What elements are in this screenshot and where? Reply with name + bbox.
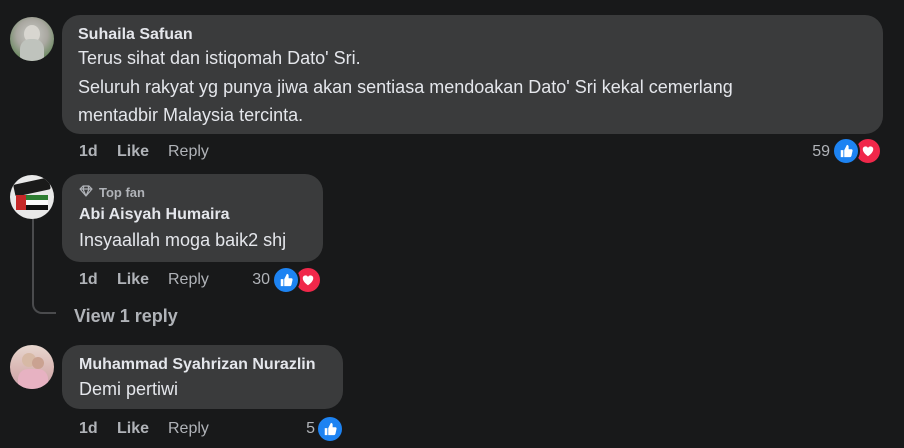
avatar[interactable]: [10, 345, 54, 389]
avatar-graphic: [13, 177, 51, 197]
reaction-count[interactable]: 59: [800, 143, 830, 161]
comment-text-line: Demi pertiwi: [79, 379, 179, 399]
avatar[interactable]: [10, 17, 54, 61]
comment-timestamp[interactable]: 1d: [79, 271, 98, 289]
comment-timestamp[interactable]: 1d: [79, 143, 98, 161]
diamond-icon: [79, 185, 93, 200]
like-button[interactable]: Like: [117, 143, 149, 161]
avatar-figure-body: [20, 39, 44, 61]
comment-author[interactable]: Abi Aisyah Humaira: [79, 206, 230, 224]
thread-connector: [32, 212, 56, 314]
avatar-graphic: [16, 195, 26, 210]
comment-bubble: Top fan Abi Aisyah Humaira Insyaallah mo…: [62, 174, 323, 262]
comment-actions: 1d Like Reply: [79, 143, 279, 163]
avatar-figure-body: [18, 369, 48, 389]
comment-text-line: Seluruh rakyat yg punya jiwa akan sentia…: [78, 77, 733, 97]
view-replies-link[interactable]: View 1 reply: [74, 306, 178, 327]
like-icon: [832, 137, 860, 165]
comment-bubble: Suhaila Safuan Terus sihat dan istiqomah…: [62, 15, 883, 134]
reaction-count[interactable]: 5: [285, 420, 315, 438]
top-fan-label: Top fan: [99, 185, 145, 200]
comment-timestamp[interactable]: 1d: [79, 420, 98, 438]
like-icon: [316, 415, 344, 443]
reply-button[interactable]: Reply: [168, 420, 209, 438]
avatar-figure: [32, 357, 44, 369]
like-icon: [272, 266, 300, 294]
comment-text-line: mentadbir Malaysia tercinta.: [78, 105, 304, 125]
comment-text-line: Insyaallah moga baik2 shj: [79, 230, 287, 250]
reaction-count[interactable]: 30: [240, 271, 270, 289]
like-button[interactable]: Like: [117, 271, 149, 289]
reply-button[interactable]: Reply: [168, 143, 209, 161]
comment-bubble: Muhammad Syahrizan Nurazlin Demi pertiwi: [62, 345, 343, 409]
comment-actions: 1d Like Reply: [79, 420, 279, 440]
like-button[interactable]: Like: [117, 420, 149, 438]
comment-author[interactable]: Suhaila Safuan: [78, 26, 193, 44]
reply-button[interactable]: Reply: [168, 271, 209, 289]
top-fan-badge: Top fan: [79, 185, 145, 200]
avatar[interactable]: [10, 175, 54, 219]
comment-author[interactable]: Muhammad Syahrizan Nurazlin: [79, 356, 316, 374]
comment-text-line: Terus sihat dan istiqomah Dato' Sri.: [78, 48, 361, 68]
